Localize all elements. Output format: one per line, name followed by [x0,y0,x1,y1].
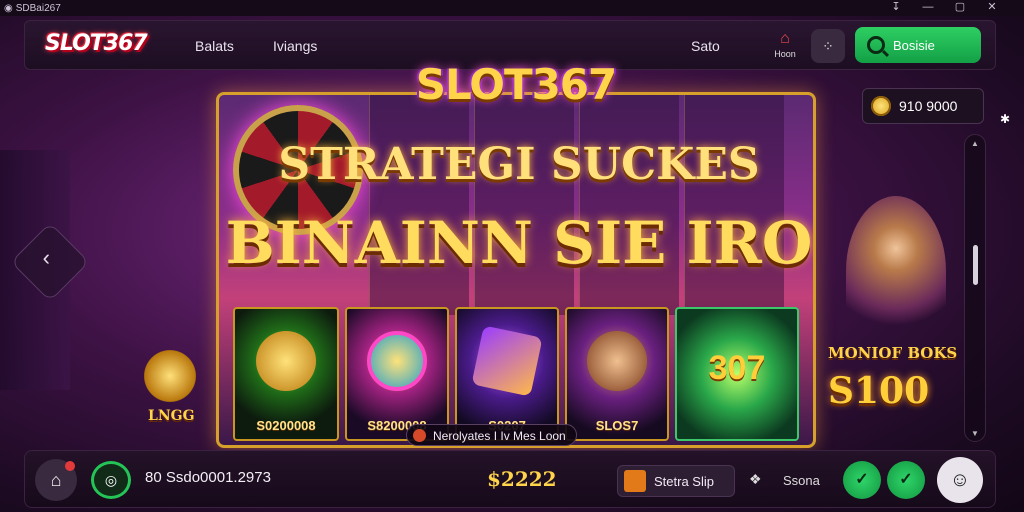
game-tiles: S0200008 S8200008 S0207 SLOS7 307 [233,307,805,441]
left-promo-label: LNGG [148,408,195,424]
hero-headline-1: STRATEGI SUCKES [278,139,760,190]
scrollbar-thumb[interactable] [973,245,978,285]
bottom-bar: ⌂ ◎ 80 Ssdo0001.2973 $2222 Stetra Slip ❖… [24,450,996,508]
nav-link-iviangs[interactable]: Iviangs [273,38,317,54]
bet-slip-button[interactable]: Stetra Slip [617,465,735,497]
balance-amount: 910 9000 [899,98,958,114]
window-title-text: SDBai267 [15,2,61,14]
coin-icon [871,96,891,116]
grid-dots-icon[interactable]: ⁘ [811,29,845,63]
scroll-down-icon[interactable]: ▼ [970,429,980,438]
horn-icon [140,346,200,406]
snake-wheel-icon [367,331,427,391]
home-label: Hoon [774,49,796,59]
chat-icon[interactable]: ❖ [749,471,762,488]
hero-brand-logo: SLOT367 [415,60,618,109]
hero-brand-wrap: SLOT367 [216,60,816,109]
maximize-button[interactable]: ▢ [946,0,974,16]
game-tooltip: Nerolyates I Iv Mes Loon [406,424,577,446]
check-icon: ✓ [899,471,913,488]
slip-label: Stetra Slip [654,473,714,489]
cta-label: Bosisie [893,37,935,53]
search-cta-button[interactable]: Bosisie [855,27,981,63]
window-title: ◉ SDBai267 [4,3,61,14]
app-icon: ◉ [4,2,13,14]
game-tile[interactable]: 307 [675,307,799,441]
search-icon [867,36,885,54]
home-button-bottom[interactable]: ⌂ [35,459,77,501]
download-icon[interactable]: ↧ [882,0,910,16]
game-tile[interactable]: S0200008 [233,307,339,441]
plus-icon: ✓ [855,471,869,488]
confirm-button[interactable]: ✓ [887,461,925,499]
nav-link-balats[interactable]: Balats [195,38,234,54]
tooltip-text: Nerolyates I Iv Mes Loon [433,429,566,443]
store-label[interactable]: Ssona [783,473,820,488]
house-icon: ⌂ [50,470,62,490]
promo-value[interactable]: S100 [828,370,929,412]
chevron-left-icon: ‹ [42,245,50,271]
deposit-button[interactable]: ✓ [843,461,881,499]
game-tile-caption: 307 [708,349,766,387]
slip-icon [624,470,646,492]
vertical-scrollbar[interactable]: ▲ ▼ [964,134,986,442]
brand-logo[interactable]: SLOT367 [45,31,148,56]
wallet-button[interactable]: ◎ [91,461,131,499]
settings-icon[interactable]: ✱ [1000,112,1016,128]
promo-title: MONIOF BOKS [828,344,958,362]
game-tile-caption: SLOS7 [595,418,639,433]
close-button[interactable]: ✕ [978,0,1006,16]
gong-icon [256,331,316,391]
window-titlebar: ◉ SDBai267 ↧ — ▢ ✕ [0,0,1024,16]
info-icon [413,429,426,442]
reel-column [369,95,469,315]
nav-link-sato[interactable]: Sato [691,38,720,54]
scroll-up-icon[interactable]: ▲ [970,139,980,148]
minimize-button[interactable]: — [914,0,942,16]
user-icon: ☺ [949,469,971,491]
bet-amount: $2222 [487,467,557,491]
hero-banner[interactable]: STRATEGI SUCKES BINAINN SIE IRO S0200008… [216,92,816,448]
balance-display[interactable]: 910 9000 [862,88,984,124]
bottom-balance: 80 Ssdo0001.2973 [145,469,271,486]
game-tile[interactable]: SLOS7 [565,307,669,441]
reel-column [474,95,574,315]
goddess-character-image [846,196,946,346]
house-icon: ⌂ [780,30,790,47]
notification-badge [65,461,75,471]
profile-button[interactable]: ☺ [937,457,983,503]
game-tile[interactable]: S8200008 [345,307,449,441]
reel-column [579,95,679,315]
home-button[interactable]: ⌂ Hoon [765,29,805,63]
coin-icon: ◎ [104,472,118,488]
warrior-portrait-icon [587,331,647,391]
reel-column [684,95,784,315]
game-tile[interactable]: S0207 [455,307,559,441]
game-tile-caption: S0200008 [256,418,316,433]
card-icon [471,325,543,397]
hero-headline-2: BINAINN SIE IRO [225,209,813,277]
